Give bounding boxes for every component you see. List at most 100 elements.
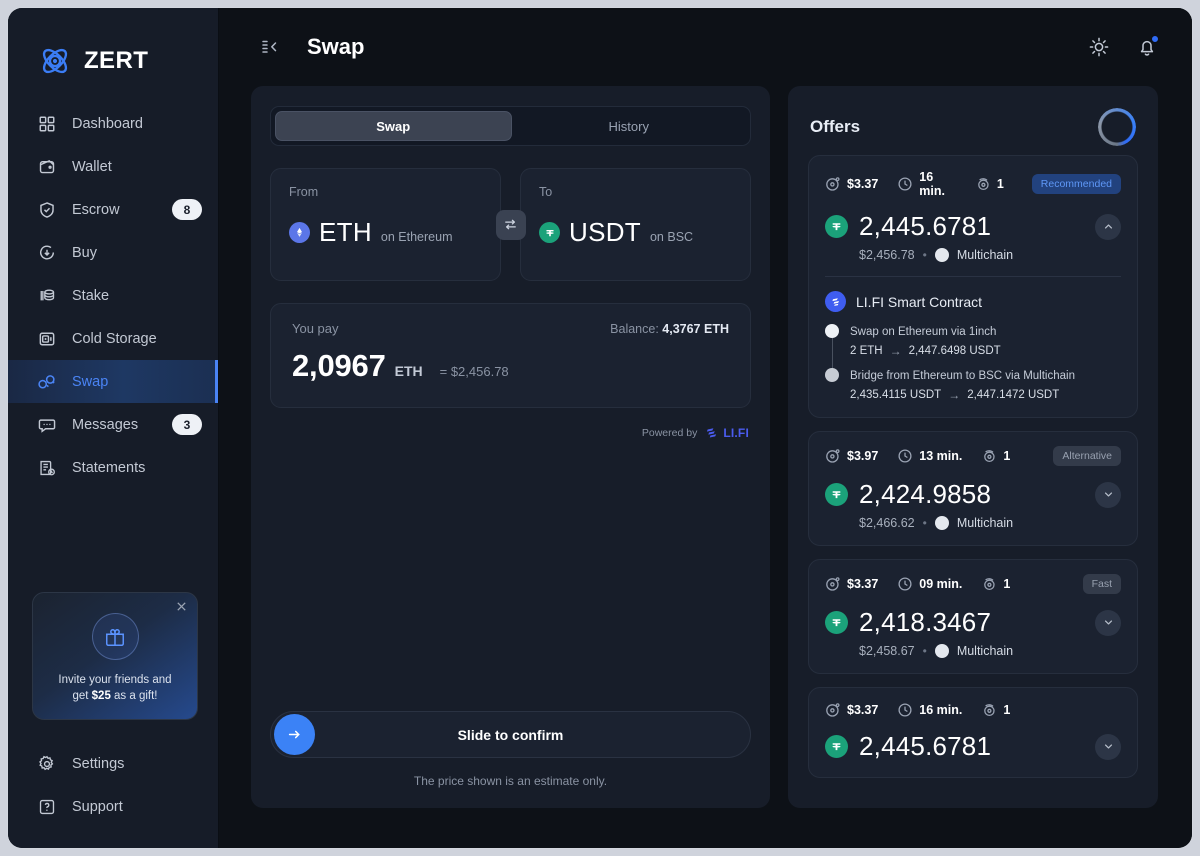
step-dot-icon xyxy=(825,324,839,338)
gas-value: $3.37 xyxy=(847,577,879,591)
promo-text: Invite your friends and get $25 as a gif… xyxy=(33,672,197,704)
sidebar-item-wallet[interactable]: Wallet xyxy=(8,145,218,188)
document-clock-icon xyxy=(37,458,57,478)
offer-usd: $2,458.67 xyxy=(859,644,915,658)
offer-card[interactable]: $3.97 13 min. 1 Alternative 2,424.9858 $… xyxy=(808,431,1138,546)
to-label: To xyxy=(539,185,553,199)
wallet-icon xyxy=(37,157,57,177)
offer-card[interactable]: $3.37 16 min. xyxy=(808,155,1138,418)
chat-bubble-icon xyxy=(37,415,57,435)
slide-to-confirm-label: Slide to confirm xyxy=(457,726,564,743)
collapse-sidebar-icon[interactable] xyxy=(259,36,281,58)
offer-amount: 2,418.3467 xyxy=(859,607,992,637)
lifi-provider-name: LI.FI xyxy=(723,426,749,440)
to-token-selector[interactable]: To USDT on BSC xyxy=(520,168,751,281)
chevron-down-icon[interactable] xyxy=(1095,733,1121,760)
you-pay-card[interactable]: You pay Balance: 4,3767 ETH 2,0967 ETH =… xyxy=(270,303,751,408)
gas-icon xyxy=(825,176,841,192)
swap-panel: Swap History From ETH on Ethereum To USD… xyxy=(251,86,770,808)
steps-value: 1 xyxy=(1003,449,1011,463)
tab-history[interactable]: History xyxy=(512,111,747,141)
offer-bridge-name: Multichain xyxy=(956,248,1014,262)
sidebar-item-messages[interactable]: Messages 3 xyxy=(8,403,218,446)
safe-box-icon xyxy=(37,329,57,349)
arrow-right-icon: → xyxy=(948,388,961,402)
steps-icon xyxy=(975,176,991,192)
you-pay-label: You pay xyxy=(292,321,339,336)
from-label: From xyxy=(289,185,319,199)
to-symbol: USDT xyxy=(569,217,641,247)
time-metric: 16 min. xyxy=(897,170,956,198)
brand: ZERT xyxy=(8,8,218,86)
offer-metrics: $3.37 16 min. xyxy=(825,170,1121,198)
route-header: LI.FI Smart Contract xyxy=(825,291,1121,312)
sidebar-item-support[interactable]: Support xyxy=(8,785,218,828)
steps-metric: 1 xyxy=(981,448,1010,464)
offer-usd: $2,466.62 xyxy=(859,516,915,530)
sidebar-item-label: Statements xyxy=(72,459,146,476)
from-token-selector[interactable]: From ETH on Ethereum xyxy=(270,168,501,281)
from-token-row: ETH on Ethereum xyxy=(289,217,482,248)
bell-icon[interactable] xyxy=(1136,35,1159,58)
offer-amount-row: 2,424.9858 xyxy=(825,479,1121,510)
main-area: Swap Swap History From ETH on Ethereum T… xyxy=(219,8,1192,848)
sidebar-item-cold-storage[interactable]: Cold Storage xyxy=(8,317,218,360)
time-metric: 13 min. xyxy=(897,448,962,464)
sidebar-item-stake[interactable]: Stake xyxy=(8,274,218,317)
sidebar-item-label: Support xyxy=(72,798,123,815)
time-value: 13 min. xyxy=(919,449,963,463)
close-icon[interactable] xyxy=(174,600,188,614)
chevron-down-icon[interactable] xyxy=(1095,609,1121,636)
step-body: Swap on Ethereum via 1inch 2 ETH → 2,447… xyxy=(850,322,1121,358)
steps-metric: 1 xyxy=(981,576,1010,592)
gas-icon xyxy=(825,576,841,592)
arrow-right-icon[interactable] xyxy=(274,714,315,755)
offers-panel: Offers $3.37 16 min. 1 Recommended 2,445… xyxy=(788,86,1158,808)
time-value: 16 min. xyxy=(919,703,963,717)
time-value: 09 min. xyxy=(919,577,963,591)
sidebar-item-settings[interactable]: Settings xyxy=(8,742,218,785)
offers-list[interactable]: $3.37 16 min. 1 Recommended 2,445.6781 $… xyxy=(808,149,1138,808)
gas-metric: $3.97 xyxy=(825,448,878,464)
sidebar-item-dashboard[interactable]: Dashboard xyxy=(8,102,218,145)
steps-icon xyxy=(981,702,997,718)
chevron-up-icon[interactable] xyxy=(1095,213,1121,240)
atom-logo-icon xyxy=(37,43,73,79)
offer-amount-row: 2,445.6781 xyxy=(825,211,1121,242)
sun-icon[interactable] xyxy=(1088,36,1110,58)
tab-swap[interactable]: Swap xyxy=(275,111,512,141)
offer-card[interactable]: $3.37 09 min. 1 Fast 2,418.3467 $2,458.6… xyxy=(808,559,1138,674)
sidebar-item-escrow[interactable]: Escrow 8 xyxy=(8,188,218,231)
gas-value: $3.37 xyxy=(847,177,879,191)
offers-title: Offers xyxy=(810,117,861,136)
lifi-circle-icon xyxy=(825,291,846,312)
gas-icon xyxy=(825,448,841,464)
notification-dot xyxy=(1151,35,1159,43)
offer-amount: 2,424.9858 xyxy=(859,479,992,509)
status-badge: Recommended xyxy=(1031,174,1121,194)
offer-route-details: LI.FI Smart Contract Swap on Ethereum vi… xyxy=(825,276,1121,402)
sidebar-item-statements[interactable]: Statements xyxy=(8,446,218,489)
offer-metrics: $3.97 13 min. 1 Alternative xyxy=(825,446,1121,466)
steps-metric: 1 xyxy=(981,702,1010,718)
offer-subline: $2,458.67 • Multichain xyxy=(825,644,1121,658)
referral-promo-card[interactable]: Invite your friends and get $25 as a gif… xyxy=(32,592,198,720)
loading-spinner-icon xyxy=(1098,108,1136,146)
app-window: ZERT Dashboard Wallet Escrow 8 Buy Stake… xyxy=(8,8,1192,848)
offer-separator: • xyxy=(922,644,927,658)
tether-icon xyxy=(539,222,560,243)
offer-card[interactable]: $3.37 16 min. xyxy=(808,687,1138,778)
panel-spacer xyxy=(270,440,751,711)
chevron-down-icon[interactable] xyxy=(1095,481,1121,508)
steps-value: 1 xyxy=(1003,703,1011,717)
sidebar-item-swap[interactable]: Swap xyxy=(8,360,218,403)
step-to: 2,447.6498 USDT xyxy=(908,345,1001,357)
sidebar-item-label: Escrow xyxy=(72,201,120,218)
sidebar-item-label: Stake xyxy=(72,287,110,304)
sidebar-item-label: Swap xyxy=(72,373,109,390)
offer-metrics: $3.37 09 min. 1 Fast xyxy=(825,574,1121,594)
swap-direction-icon[interactable] xyxy=(495,209,526,240)
slide-to-confirm-button[interactable]: Slide to confirm xyxy=(270,711,751,758)
amount-input[interactable]: 2,0967 xyxy=(292,348,386,384)
sidebar-item-buy[interactable]: Buy xyxy=(8,231,218,274)
